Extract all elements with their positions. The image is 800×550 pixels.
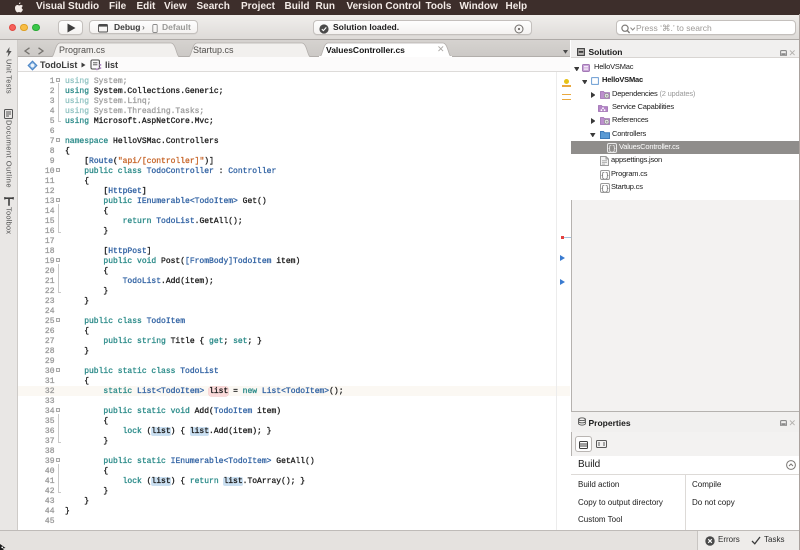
svg-text:{}: {} xyxy=(601,185,609,192)
svg-text:{}: {} xyxy=(608,146,616,153)
svg-text:{}: {} xyxy=(601,172,609,179)
